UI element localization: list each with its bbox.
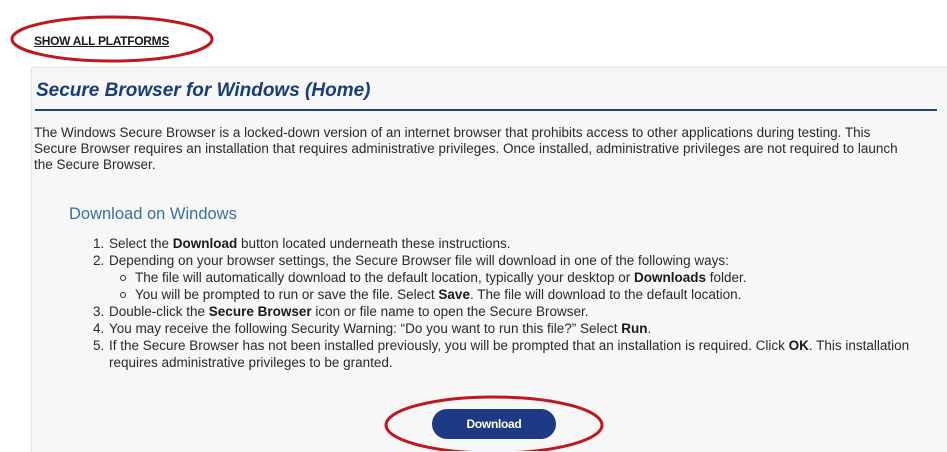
list-item: You will be prompted to run or save the … — [120, 286, 938, 303]
instructions-list: Select the Download button located under… — [91, 235, 938, 371]
title-divider — [35, 109, 937, 111]
list-item: Select the Download button located under… — [108, 235, 938, 252]
list-item: Depending on your browser settings, the … — [108, 252, 938, 303]
list-item: The file will automatically download to … — [120, 269, 938, 286]
list-item: You may receive the following Security W… — [108, 320, 938, 337]
list-item: If the Secure Browser has not been insta… — [108, 337, 938, 371]
download-button[interactable]: Download — [432, 409, 556, 439]
show-all-platforms-link[interactable]: SHOW ALL PLATFORMS — [34, 34, 169, 48]
intro-text: The Windows Secure Browser is a locked-d… — [34, 125, 898, 172]
panel-title: Secure Browser for Windows (Home) — [36, 80, 371, 101]
sub-list: The file will automatically download to … — [109, 269, 938, 303]
section-title: Download on Windows — [69, 205, 237, 223]
list-item: Double-click the Secure Browser icon or … — [108, 303, 938, 320]
